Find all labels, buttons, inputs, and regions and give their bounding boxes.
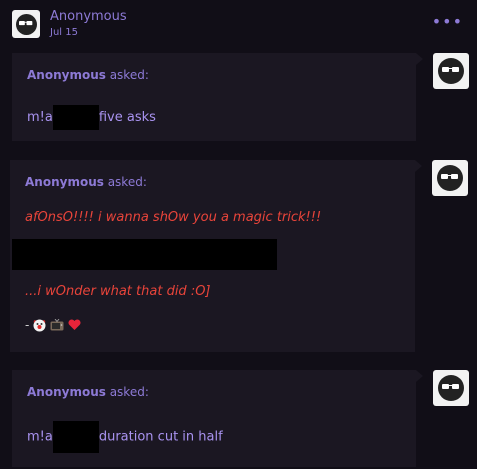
ask-header-3: Anonymous asked: — [27, 385, 149, 399]
tv-icon — [50, 319, 64, 331]
ask-text-end: duration cut in half — [98, 429, 223, 445]
ask-text-end: five asks — [98, 110, 156, 125]
asked-label: asked: — [107, 175, 147, 189]
ellipsis-icon[interactable]: ••• — [432, 14, 463, 30]
sunglasses-icon — [442, 67, 459, 72]
ask-text-1: m!a five asks — [27, 105, 156, 130]
asker-name[interactable]: Anonymous — [25, 175, 104, 189]
ask-line-1: afOnsO!!!! i wanna shOw you a magic tric… — [25, 210, 322, 225]
redaction-box — [52, 421, 99, 453]
sunglasses-icon — [441, 174, 458, 179]
ask-text-start: m!a — [27, 429, 53, 445]
ask-signature: - — [25, 318, 81, 332]
redaction-box — [52, 105, 99, 130]
ask-header-2: Anonymous asked: — [25, 175, 147, 189]
asker-avatar-1[interactable] — [433, 53, 469, 89]
sunglasses-icon — [442, 384, 459, 389]
ask-header-1: Anonymous asked: — [27, 68, 149, 82]
asker-avatar-3[interactable] — [433, 370, 469, 406]
sunglasses-icon — [18, 20, 32, 25]
ask-text-3: m!a duration cut in half — [27, 421, 223, 453]
author-avatar[interactable] — [12, 10, 40, 38]
ask-text-start: m!a — [27, 110, 53, 125]
asker-name[interactable]: Anonymous — [27, 385, 106, 399]
asked-label: asked: — [109, 385, 149, 399]
ask-line-3: ...i wOnder what that did :O] — [25, 284, 211, 299]
asker-name[interactable]: Anonymous — [27, 68, 106, 82]
signature-prefix: - — [25, 318, 30, 332]
heart-icon — [68, 319, 81, 330]
post-author-name[interactable]: Anonymous — [50, 9, 127, 24]
asked-label: asked: — [109, 68, 149, 82]
clown-face-icon — [33, 319, 46, 331]
post-date[interactable]: Jul 15 — [50, 27, 78, 38]
asker-avatar-2[interactable] — [432, 160, 468, 196]
redaction-box — [12, 239, 277, 270]
